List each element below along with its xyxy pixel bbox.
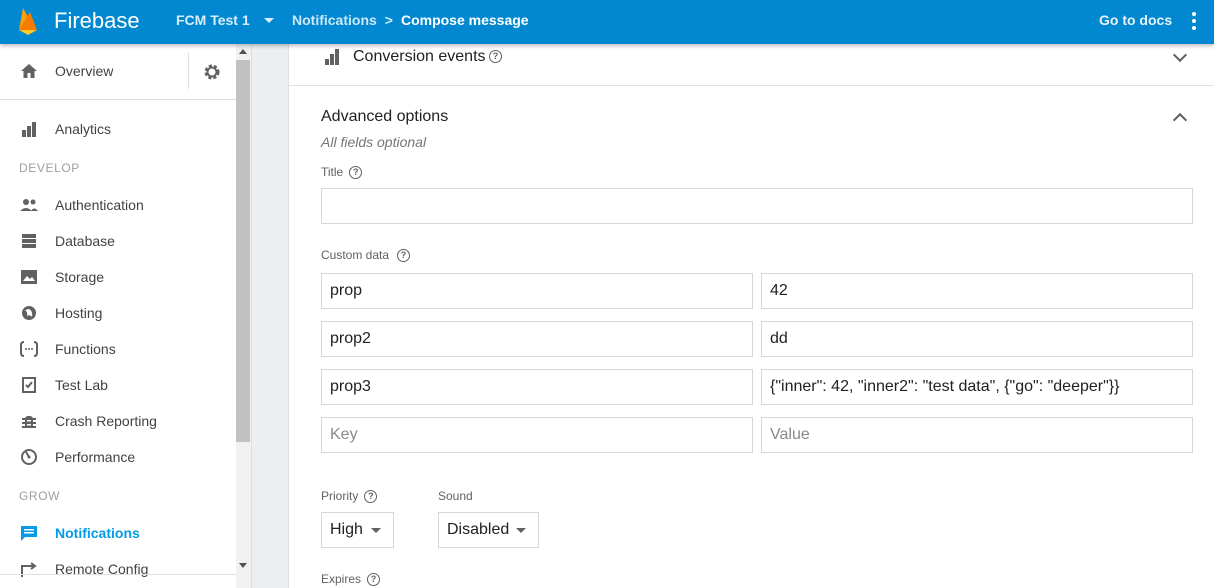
- remote-config-icon: [21, 562, 37, 577]
- section-header-grow: GROW: [19, 489, 61, 503]
- chevron-up-icon[interactable]: [1172, 112, 1188, 128]
- help-icon[interactable]: ?: [397, 248, 411, 262]
- divider: [0, 99, 236, 100]
- sidebar-item-authentication[interactable]: Authentication: [0, 187, 236, 223]
- sidebar-item-label: Overview: [55, 63, 114, 79]
- bar-chart-icon: [325, 49, 339, 65]
- custom-data-key-input[interactable]: Key: [321, 417, 753, 453]
- priority-select[interactable]: High: [321, 512, 394, 548]
- sidebar-item-label: Authentication: [55, 197, 144, 213]
- top-app-bar: Firebase FCM Test 1 Notifications > Comp…: [0, 0, 1214, 44]
- sidebar-item-label: Database: [55, 233, 115, 249]
- sidebar-item-remote-config[interactable]: Remote Config: [0, 551, 236, 587]
- section-header-develop: DEVELOP: [19, 161, 80, 175]
- speedometer-icon: [21, 449, 37, 465]
- custom-data-key-input[interactable]: prop: [321, 273, 753, 309]
- sidebar-item-label: Test Lab: [55, 377, 108, 393]
- dropdown-arrow-icon: [516, 528, 526, 533]
- help-icon[interactable]: ?: [367, 572, 381, 586]
- brand-name[interactable]: Firebase: [54, 8, 140, 34]
- breadcrumb-separator: >: [384, 12, 393, 28]
- sidebar-item-label: Crash Reporting: [55, 413, 157, 429]
- project-selector[interactable]: FCM Test 1: [176, 12, 274, 28]
- custom-data-key-input[interactable]: prop3: [321, 369, 753, 405]
- sound-label-text: Sound: [438, 489, 473, 503]
- sidebar-item-label: Storage: [55, 269, 105, 285]
- sidebar-item-label: Performance: [55, 449, 136, 465]
- database-icon: [22, 234, 36, 248]
- sidebar-item-performance[interactable]: Performance: [0, 439, 236, 475]
- custom-data-value-input[interactable]: {"inner": 42, "inner2": "test data", {"g…: [761, 369, 1193, 405]
- message-icon: [21, 526, 37, 541]
- help-icon[interactable]: ?: [349, 165, 363, 179]
- people-icon: [20, 199, 38, 211]
- sidebar-item-label: Notifications: [55, 525, 140, 541]
- priority-label: Priority ?: [321, 489, 378, 503]
- sound-value: Disabled: [447, 521, 510, 538]
- divider: [188, 53, 189, 89]
- sidebar-item-label: Functions: [55, 341, 116, 357]
- breadcrumb-notifications[interactable]: Notifications: [292, 12, 377, 28]
- custom-data-value-input[interactable]: Value: [761, 417, 1193, 453]
- sidebar-item-database[interactable]: Database: [0, 223, 236, 259]
- expires-label-text: Expires: [321, 572, 362, 586]
- sidebar-item-label: Hosting: [55, 305, 103, 321]
- title-label-text: Title: [321, 165, 344, 179]
- sidebar-item-overview[interactable]: Overview: [0, 53, 236, 89]
- custom-data-value-input[interactable]: dd: [761, 321, 1193, 357]
- sidebar-item-label: Analytics: [55, 121, 112, 137]
- sidebar-item-notifications[interactable]: Notifications: [0, 515, 236, 551]
- checklist-icon: [22, 377, 36, 393]
- custom-data-value-input[interactable]: 42: [761, 273, 1193, 309]
- help-icon[interactable]: ?: [489, 50, 502, 63]
- title-input[interactable]: [321, 188, 1193, 224]
- dropdown-arrow-icon: [371, 528, 381, 533]
- gear-icon[interactable]: [202, 62, 222, 82]
- conversion-events-label: Conversion events: [353, 48, 486, 65]
- expires-label: Expires ?: [321, 572, 381, 586]
- sidebar-item-crash-reporting[interactable]: Crash Reporting: [0, 403, 236, 439]
- dropdown-caret-icon: [263, 17, 274, 23]
- sidebar-item-analytics[interactable]: Analytics: [0, 111, 236, 147]
- sound-select[interactable]: Disabled: [438, 512, 539, 548]
- title-field-label: Title ?: [321, 165, 363, 179]
- compose-message-card: Conversion events ? Advanced options All…: [288, 44, 1214, 588]
- help-icon[interactable]: ?: [364, 489, 378, 503]
- sound-label: Sound: [438, 489, 473, 503]
- sidebar-item-hosting[interactable]: Hosting: [0, 295, 236, 331]
- scroll-up-arrow-icon[interactable]: [239, 49, 247, 54]
- chevron-down-icon[interactable]: [1172, 47, 1188, 63]
- more-vert-icon[interactable]: [1188, 10, 1200, 32]
- sidebar-item-storage[interactable]: Storage: [0, 259, 236, 295]
- custom-data-key-input[interactable]: prop2: [321, 321, 753, 357]
- sidebar: Overview Analytics DEVELOP Authenticatio…: [0, 44, 252, 588]
- firebase-logo[interactable]: [17, 6, 39, 36]
- custom-data-label: Custom data ?: [321, 248, 411, 262]
- priority-label-text: Priority: [321, 489, 359, 503]
- functions-icon: [20, 341, 38, 357]
- image-icon: [21, 270, 37, 284]
- home-icon: [21, 64, 37, 78]
- globe-icon: [22, 306, 36, 320]
- divider: [0, 574, 236, 575]
- go-to-docs-link[interactable]: Go to docs: [1099, 12, 1172, 28]
- custom-data-label-text: Custom data: [321, 248, 390, 262]
- breadcrumb: Notifications > Compose message: [292, 12, 529, 28]
- sidebar-scrollbar-thumb[interactable]: [236, 60, 250, 442]
- priority-value: High: [330, 521, 363, 538]
- breadcrumb-current: Compose message: [400, 12, 529, 28]
- sidebar-item-functions[interactable]: Functions: [0, 331, 236, 367]
- conversion-events-section[interactable]: Conversion events ?: [289, 44, 1214, 86]
- scroll-down-arrow-icon[interactable]: [239, 563, 247, 568]
- sidebar-item-test-lab[interactable]: Test Lab: [0, 367, 236, 403]
- project-name: FCM Test 1: [176, 12, 250, 28]
- bug-icon: [22, 416, 36, 428]
- advanced-options-subtitle: All fields optional: [321, 134, 427, 150]
- advanced-options-title[interactable]: Advanced options: [321, 108, 448, 126]
- bar-chart-icon: [22, 122, 36, 137]
